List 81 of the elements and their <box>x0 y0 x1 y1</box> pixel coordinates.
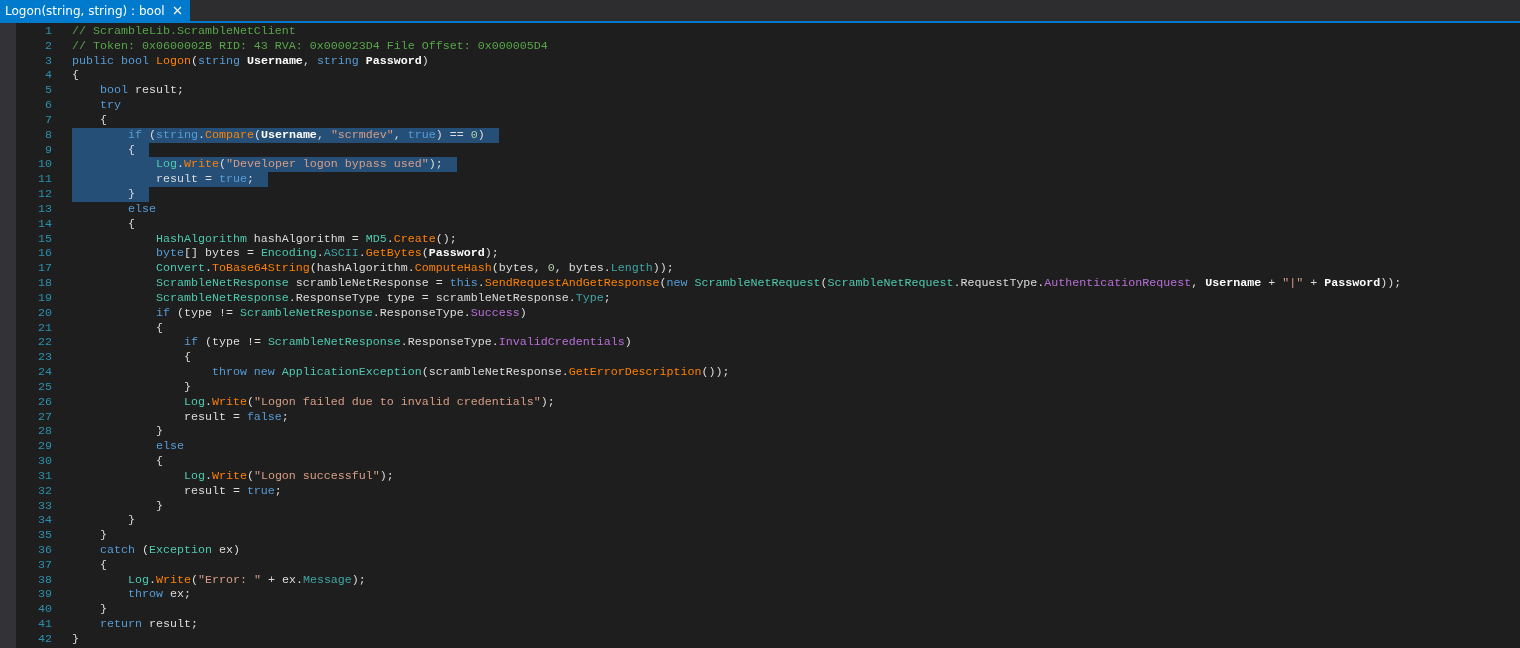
line-number: 18 <box>37 276 52 291</box>
code-line: bool result; <box>98 83 185 99</box>
code-line: else <box>154 439 185 454</box>
line-number: 37 <box>37 557 52 573</box>
line-number: 38 <box>37 572 52 588</box>
code-line: } <box>154 424 164 440</box>
code-line: else <box>126 201 157 217</box>
line-number: 30 <box>37 454 52 469</box>
code-line: catch (Exception ex) <box>98 543 241 558</box>
line-number: 5 <box>44 83 52 99</box>
line-number: 21 <box>37 320 52 336</box>
code-line: } <box>98 528 108 543</box>
line-number: 26 <box>37 394 52 410</box>
line-number: 35 <box>37 528 52 543</box>
code-line: { <box>154 454 164 469</box>
line-number: 16 <box>37 246 52 262</box>
line-number: 20 <box>37 305 52 321</box>
code-line: { <box>98 112 108 128</box>
line-number: 40 <box>37 602 52 618</box>
code-line: result = false; <box>182 409 290 425</box>
line-number: 12 <box>37 187 52 202</box>
line-number: 42 <box>37 631 52 647</box>
line-number: 33 <box>37 498 52 514</box>
code-line: Convert.ToBase64String(hashAlgorithm.ComputeHash(bytes, 0, bytes.Length)); <box>154 261 675 277</box>
line-number: 17 <box>37 261 52 277</box>
code-line: } <box>154 498 164 514</box>
line-number: 31 <box>37 468 52 484</box>
line-number: 4 <box>44 68 52 84</box>
line-number: 36 <box>37 543 52 558</box>
line-number: 9 <box>44 142 52 158</box>
code-line: HashAlgorithm hashAlgorithm = MD5.Create(); <box>154 231 458 247</box>
code-line: { <box>72 68 80 84</box>
line-number: 19 <box>37 290 52 306</box>
code-line: throw ex; <box>126 587 192 603</box>
line-number: 34 <box>37 513 52 529</box>
line-number: 41 <box>37 617 52 632</box>
line-number: 13 <box>37 201 52 217</box>
line-number: 32 <box>37 483 52 499</box>
line-number: 10 <box>37 157 52 173</box>
code-line: result = true; <box>182 483 283 499</box>
line-number: 6 <box>44 98 52 113</box>
line-number: 24 <box>37 365 52 380</box>
line-number: 27 <box>37 409 52 425</box>
line-number: 7 <box>44 112 52 128</box>
code-line: { <box>126 216 136 232</box>
line-number: 39 <box>37 587 52 603</box>
line-number: 28 <box>37 424 52 440</box>
code-line: } <box>126 513 136 529</box>
line-number: 11 <box>37 172 52 188</box>
code-line: public bool Logon(string Username, string Password) <box>72 53 430 69</box>
line-number: 1 <box>44 24 52 39</box>
close-icon[interactable] <box>172 6 182 15</box>
line-number: 23 <box>37 350 52 366</box>
line-number: 25 <box>37 379 52 395</box>
line-number: 15 <box>37 231 52 247</box>
code-line: throw new ApplicationException(scrambleNetResponse.GetErrorDescription()); <box>210 365 731 380</box>
code-line: // ScrambleLib.ScrambleNetClient <box>72 24 297 39</box>
code-line: } <box>98 602 108 618</box>
code-line: return result; <box>98 617 199 632</box>
line-number: 22 <box>37 335 52 351</box>
line-number: 29 <box>37 439 52 454</box>
code-line: } <box>182 379 192 395</box>
code-line: try <box>98 98 122 113</box>
code-line: Log.Write("Error: " + ex.Message); <box>126 572 367 588</box>
code-line: // Token: 0x0600002B RID: 43 RVA: 0x000023D4 File Offset: 0x000005D4 <box>72 38 549 54</box>
code-line: ScrambleNetResponse.ResponseType type = scrambleNetResponse.Type; <box>154 290 612 306</box>
line-number: 8 <box>44 127 52 143</box>
code-line: } <box>72 631 80 647</box>
line-number: 14 <box>37 216 52 232</box>
code-line: byte[] bytes = Encoding.ASCII.GetBytes(Password); <box>154 246 500 262</box>
code-line: Log.Write("Logon successful"); <box>182 468 395 484</box>
code-line: if (type != ScrambleNetResponse.ResponseType.InvalidCredentials) <box>182 335 633 351</box>
code-line: { <box>154 320 164 336</box>
code-line: Log.Write("Logon failed due to invalid credentials"); <box>182 394 556 410</box>
code-line: { <box>182 350 192 366</box>
document-tab[interactable]: Logon(string, string) : bool <box>0 0 190 21</box>
line-number: 2 <box>44 38 52 54</box>
code-line: if (type != ScrambleNetResponse.ResponseType.Success) <box>154 305 528 321</box>
code-line: ScrambleNetResponse scrambleNetResponse = this.SendRequestAndGetResponse(new ScrambleNetRequest(ScrambleNetRequest.RequestType.AuthenticationRequest, Username + "|" + Password)); <box>154 276 1403 291</box>
line-number: 3 <box>44 53 52 69</box>
code-line: { <box>98 557 108 573</box>
